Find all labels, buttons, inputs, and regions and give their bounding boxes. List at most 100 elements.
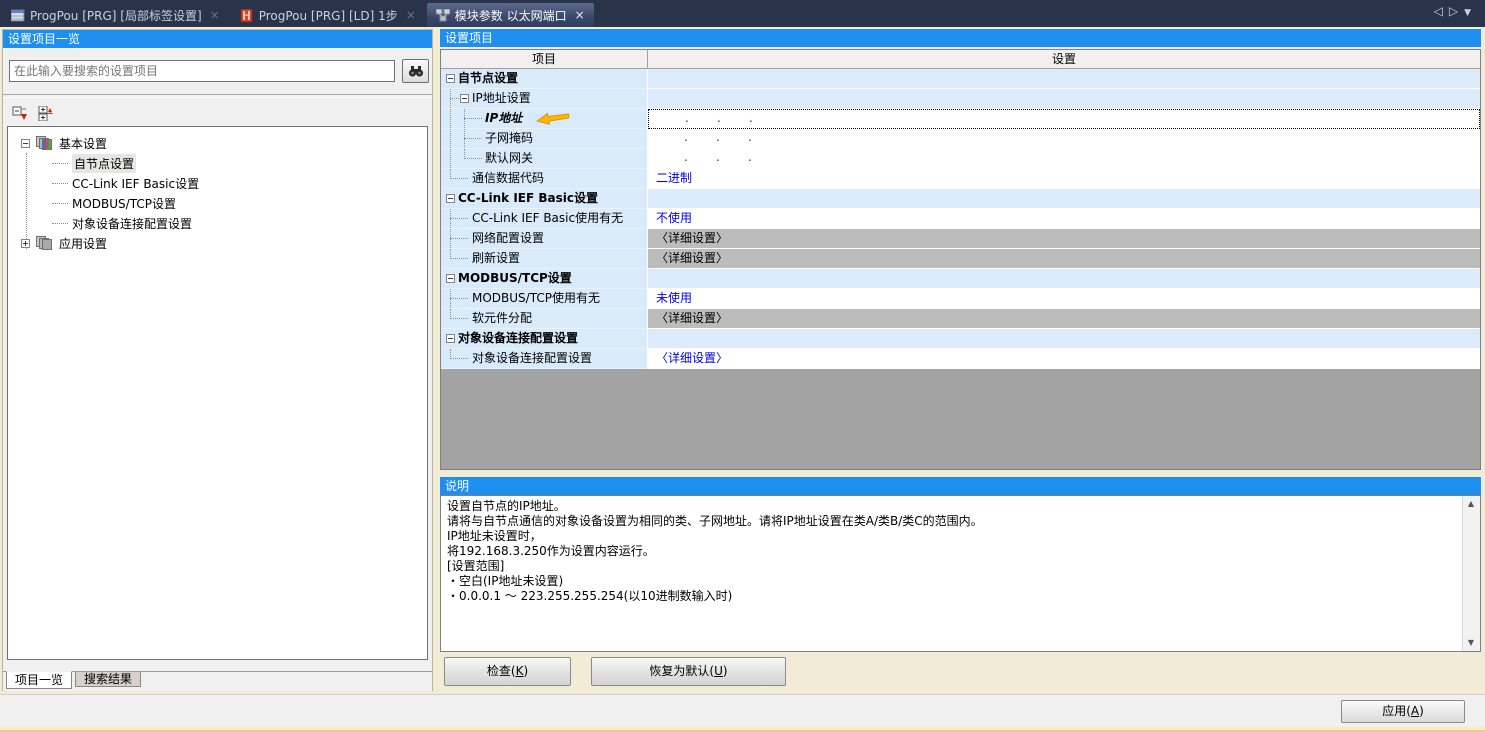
expand-minus-icon[interactable] (446, 194, 455, 203)
apply-button[interactable]: 应用(A) (1341, 700, 1465, 723)
ip-separator-dot: . (748, 149, 752, 166)
expand-minus-icon[interactable] (446, 334, 455, 343)
expand-minus-icon[interactable] (21, 139, 30, 148)
ip-separator-dot: . (717, 110, 721, 127)
tree-item-modbus-tcp[interactable]: MODBUS/TCP设置 (8, 193, 427, 213)
close-icon[interactable]: × (406, 8, 416, 22)
tree-item-basic-settings[interactable]: 基本设置 (8, 133, 427, 153)
collapse-tree-button[interactable] (11, 104, 31, 122)
row-value-cell[interactable] (648, 69, 1480, 89)
close-icon[interactable]: × (210, 8, 220, 22)
tab-module-parameter-ethernet[interactable]: 模块参数 以太网端口 × (427, 3, 594, 27)
row-label-cell[interactable]: IP地址设置 (441, 89, 648, 109)
row-label-cell[interactable]: 刷新设置 (441, 249, 648, 269)
nav-back-icon[interactable]: ◁ (1434, 4, 1449, 18)
row-value-cell[interactable] (648, 189, 1480, 209)
settings-group-icon (36, 236, 53, 250)
expand-minus-icon[interactable] (446, 274, 455, 283)
tab-progpou-ld[interactable]: ProgPou [PRG] [LD] 1步 × (231, 3, 425, 27)
table-row: CC-Link IEF Basic设置 (441, 189, 1480, 209)
setting-item-panel: 设置项目 项目 设置 自节点设置 IP地址设置 (440, 29, 1481, 691)
table-row: IP地址 . . . (441, 109, 1480, 129)
description-text: 设置自节点的IP地址。 请将与自节点通信的对象设备设置为相同的类、子网地址。请将… (441, 496, 1463, 607)
comm-data-code-value-cell[interactable]: 二进制 (648, 169, 1480, 189)
row-value-cell[interactable] (648, 329, 1480, 349)
cclink-use-value-cell[interactable]: 不使用 (648, 209, 1480, 229)
row-label-cell[interactable]: 对象设备连接配置设置 (441, 329, 648, 349)
row-label-cell[interactable]: IP地址 (441, 109, 648, 129)
table-row: 刷新设置 〈详细设置〉 (441, 249, 1480, 269)
table-row: 通信数据代码 二进制 (441, 169, 1480, 189)
tree-item-target-device-config[interactable]: 对象设备连接配置设置 (8, 213, 427, 233)
tab-item-list[interactable]: 项目一览 (6, 671, 72, 689)
tree-item-cclink-ief-basic[interactable]: CC-Link IEF Basic设置 (8, 173, 427, 193)
binoculars-icon (408, 65, 424, 78)
row-label-cell[interactable]: 自节点设置 (441, 69, 648, 89)
row-label-cell[interactable]: CC-Link IEF Basic使用有无 (441, 209, 648, 229)
column-header-item: 项目 (441, 50, 648, 69)
description-panel: 设置自节点的IP地址。 请将与自节点通信的对象设备设置为相同的类、子网地址。请将… (440, 495, 1481, 652)
search-input[interactable] (9, 60, 395, 82)
tab-navigation: ◁▷▼ (1434, 4, 1477, 18)
nav-forward-icon[interactable]: ▷ (1449, 4, 1464, 18)
target-device-config-value-cell[interactable]: 〈详细设置〉 (648, 349, 1480, 369)
expand-tree-button[interactable] (37, 104, 57, 122)
table-row: 默认网关 . . . (441, 149, 1480, 169)
separator (3, 94, 432, 98)
tree-item-application-settings[interactable]: 应用设置 (8, 233, 427, 253)
restore-default-button[interactable]: 恢复为默认(U) (591, 657, 786, 686)
refresh-setting-value-cell[interactable]: 〈详细设置〉 (648, 249, 1480, 269)
ip-separator-dot: . (684, 149, 688, 166)
table-row: IP地址设置 (441, 89, 1480, 109)
tree-toolbar (11, 104, 57, 122)
ip-separator-dot: . (685, 110, 689, 127)
scroll-down-icon[interactable]: ▼ (1463, 635, 1479, 651)
description-scrollbar[interactable]: ▲ ▼ (1462, 496, 1480, 651)
check-button[interactable]: 检查(K) (444, 657, 571, 686)
default-gateway-value-cell[interactable]: . . . (648, 149, 1480, 169)
table-row: MODBUS/TCP设置 (441, 269, 1480, 289)
tab-label: ProgPou [PRG] [局部标签设置] (30, 7, 202, 24)
row-label-cell[interactable]: MODBUS/TCP设置 (441, 269, 648, 289)
close-icon[interactable]: × (575, 8, 585, 22)
row-label-cell[interactable]: MODBUS/TCP使用有无 (441, 289, 648, 309)
row-label-cell[interactable]: CC-Link IEF Basic设置 (441, 189, 648, 209)
left-panel-title: 设置项目一览 (3, 30, 432, 48)
modbus-use-value-cell[interactable]: 未使用 (648, 289, 1480, 309)
subnet-mask-value-cell[interactable]: . . . (648, 129, 1480, 149)
row-label-cell[interactable]: 默认网关 (441, 149, 648, 169)
expand-plus-icon[interactable] (21, 239, 30, 248)
column-header-setting: 设置 (648, 50, 1480, 69)
tab-label: 模块参数 以太网端口 (455, 7, 567, 24)
search-button[interactable] (402, 59, 429, 83)
scroll-up-icon[interactable]: ▲ (1463, 496, 1479, 512)
ladder-program-icon (240, 9, 254, 22)
tree-item-own-node[interactable]: 自节点设置 (8, 153, 427, 173)
row-label-cell[interactable]: 对象设备连接配置设置 (441, 349, 648, 369)
table-row: MODBUS/TCP使用有无 未使用 (441, 289, 1480, 309)
settings-group-icon (36, 136, 53, 150)
module-parameter-icon (436, 9, 450, 22)
row-label-cell[interactable]: 子网掩码 (441, 129, 648, 149)
ip-separator-dot: . (748, 129, 752, 146)
tab-search-result[interactable]: 搜索结果 (75, 672, 141, 687)
tab-progpou-local-label[interactable]: ProgPou [PRG] [局部标签设置] × (2, 3, 229, 27)
table-row: CC-Link IEF Basic使用有无 不使用 (441, 209, 1480, 229)
expand-minus-icon[interactable] (446, 74, 455, 83)
table-row: 软元件分配 〈详细设置〉 (441, 309, 1480, 329)
row-value-cell[interactable] (648, 269, 1480, 289)
device-assignment-value-cell[interactable]: 〈详细设置〉 (648, 309, 1480, 329)
ip-address-value-cell[interactable]: . . . (648, 109, 1480, 129)
table-header: 项目 设置 (441, 50, 1480, 69)
row-label-cell[interactable]: 通信数据代码 (441, 169, 648, 189)
row-label-cell[interactable]: 软元件分配 (441, 309, 648, 329)
setting-item-list-panel: 设置项目一览 基本设置 自 (2, 29, 433, 691)
tab-list-dropdown-icon[interactable]: ▼ (1464, 8, 1477, 18)
right-panel-title: 设置项目 (440, 29, 1481, 47)
row-value-cell[interactable] (648, 89, 1480, 109)
network-config-value-cell[interactable]: 〈详细设置〉 (648, 229, 1480, 249)
table-row: 对象设备连接配置设置 (441, 329, 1480, 349)
ip-separator-dot: . (716, 129, 720, 146)
expand-minus-icon[interactable] (460, 94, 469, 103)
row-label-cell[interactable]: 网络配置设置 (441, 229, 648, 249)
